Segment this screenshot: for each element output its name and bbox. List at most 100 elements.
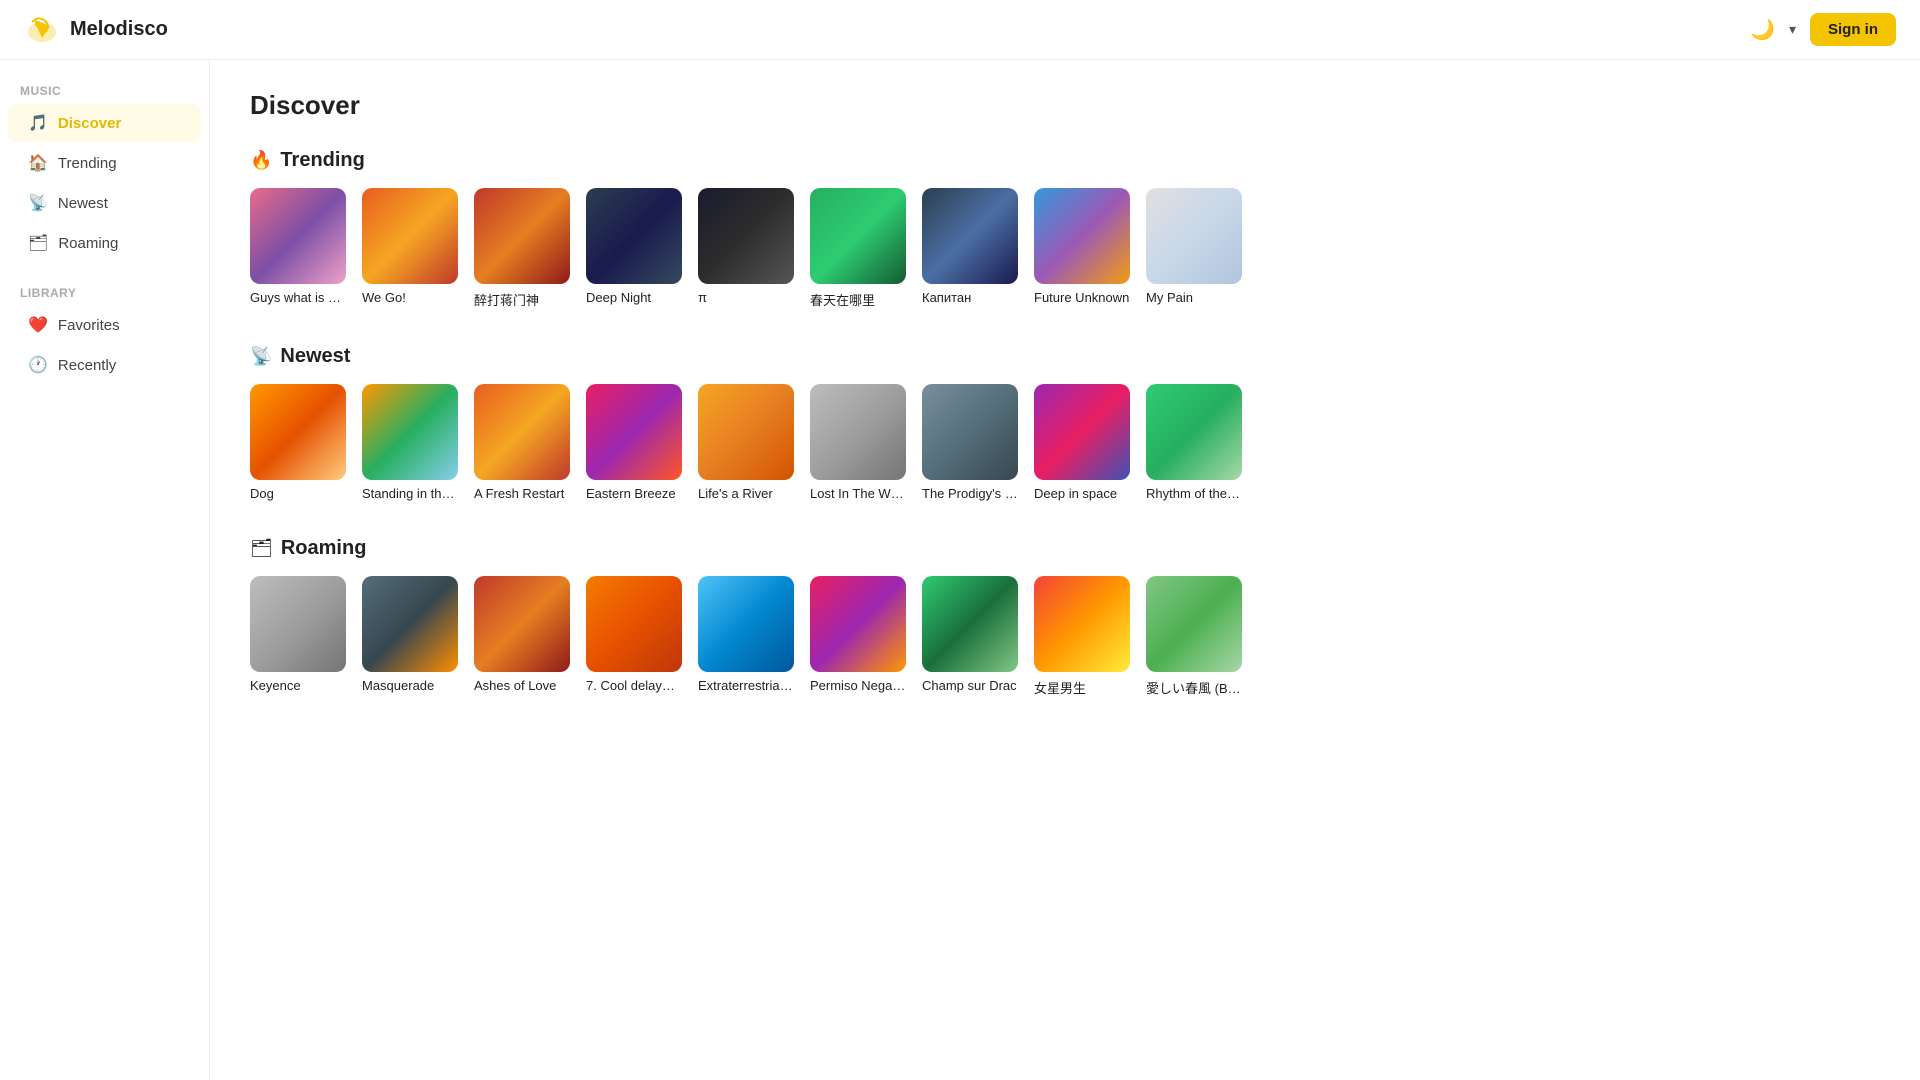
album-art	[810, 188, 906, 284]
trending-grid: Guys what is wron... We Go! 醉打蒋门神 Deep N…	[250, 188, 1880, 309]
main-content: Discover 🔥 Trending Guys what is wron...…	[210, 60, 1920, 1080]
sidebar-music-label: Music	[0, 76, 209, 102]
track-title: Masquerade	[362, 678, 458, 693]
album-art	[250, 188, 346, 284]
list-item[interactable]: Future Unknown	[1034, 188, 1130, 309]
list-item[interactable]: Guys what is wron...	[250, 188, 346, 309]
track-title: Deep Night	[586, 290, 682, 305]
album-art	[586, 188, 682, 284]
list-item[interactable]: Dog	[250, 384, 346, 501]
newest-section-header: 📡 Newest	[250, 345, 1880, 368]
list-item[interactable]: Champ sur Drac	[922, 576, 1018, 697]
list-item[interactable]: 女星男生	[1034, 576, 1130, 697]
track-title: 女星男生	[1034, 678, 1130, 697]
track-title: Deep in space	[1034, 486, 1130, 501]
app-header: Melodisco 🌙 ▾ Sign in	[0, 0, 1920, 60]
newest-section-icon: 📡	[250, 346, 272, 367]
list-item[interactable]: Permiso Negado	[810, 576, 906, 697]
track-title: Lost In The Wind	[810, 486, 906, 501]
newest-label: Newest	[58, 195, 108, 212]
trending-label: Trending	[58, 155, 117, 172]
album-art	[474, 576, 570, 672]
list-item[interactable]: Ashes of Love	[474, 576, 570, 697]
track-title: Permiso Negado	[810, 678, 906, 693]
album-art	[1146, 188, 1242, 284]
list-item[interactable]: Капитан	[922, 188, 1018, 309]
album-art	[698, 384, 794, 480]
track-title: π	[698, 290, 794, 305]
sign-in-button[interactable]: Sign in	[1810, 13, 1896, 46]
roaming-section-header: 🗂 Roaming	[250, 537, 1880, 560]
list-item[interactable]: Life's a River	[698, 384, 794, 501]
album-art	[1146, 576, 1242, 672]
list-item[interactable]: 春天在哪里	[810, 188, 906, 309]
track-title: 愛しい春風 (Belove...	[1146, 678, 1242, 697]
list-item[interactable]: Rhythm of the Night	[1146, 384, 1242, 501]
logo-icon	[24, 12, 60, 48]
track-title: Standing in the pro...	[362, 486, 458, 501]
album-art	[922, 188, 1018, 284]
chevron-down-icon[interactable]: ▾	[1789, 21, 1796, 38]
track-title: The Prodigy's Sym...	[922, 486, 1018, 501]
recently-icon: 🕐	[28, 355, 48, 375]
list-item[interactable]: Eastern Breeze	[586, 384, 682, 501]
album-art	[698, 188, 794, 284]
sidebar-item-trending[interactable]: 🏠 Trending	[8, 144, 201, 182]
trending-icon: 🏠	[28, 153, 48, 173]
app-name: Melodisco	[70, 18, 168, 41]
track-title: Champ sur Drac	[922, 678, 1018, 693]
trending-section: 🔥 Trending Guys what is wron... We Go! 醉…	[250, 149, 1880, 309]
track-title: 春天在哪里	[810, 290, 906, 309]
roaming-icon: 🗂	[28, 233, 48, 253]
track-title: A Fresh Restart	[474, 486, 570, 501]
sidebar-library-section: Library ❤️ Favorites 🕐 Recently	[0, 278, 209, 384]
discover-label: Discover	[58, 115, 121, 132]
list-item[interactable]: The Prodigy's Sym...	[922, 384, 1018, 501]
track-title: Капитан	[922, 290, 1018, 305]
list-item[interactable]: Standing in the pro...	[362, 384, 458, 501]
list-item[interactable]: π	[698, 188, 794, 309]
sidebar-item-discover[interactable]: 🎵 Discover	[8, 104, 201, 142]
track-title: Eastern Breeze	[586, 486, 682, 501]
page-title: Discover	[250, 90, 1880, 121]
album-art	[1146, 384, 1242, 480]
list-item[interactable]: Deep Night	[586, 188, 682, 309]
track-title: Keyence	[250, 678, 346, 693]
track-title: Dog	[250, 486, 346, 501]
list-item[interactable]: Deep in space	[1034, 384, 1130, 501]
header-actions: 🌙 ▾ Sign in	[1750, 13, 1896, 46]
sidebar-item-favorites[interactable]: ❤️ Favorites	[8, 306, 201, 344]
album-art	[474, 384, 570, 480]
track-title: Rhythm of the Night	[1146, 486, 1242, 501]
track-title: 醉打蒋门神	[474, 290, 570, 309]
sidebar-item-newest[interactable]: 📡 Newest	[8, 184, 201, 222]
track-title: 7. Cool delayed kick	[586, 678, 682, 693]
album-art	[810, 576, 906, 672]
sidebar-item-roaming[interactable]: 🗂 Roaming	[8, 224, 201, 262]
album-art	[362, 384, 458, 480]
list-item[interactable]: Lost In The Wind	[810, 384, 906, 501]
list-item[interactable]: My Pain	[1146, 188, 1242, 309]
album-art	[586, 576, 682, 672]
newest-grid: Dog Standing in the pro... A Fresh Resta…	[250, 384, 1880, 501]
favorites-icon: ❤️	[28, 315, 48, 335]
list-item[interactable]: Keyence	[250, 576, 346, 697]
logo[interactable]: Melodisco	[24, 12, 168, 48]
list-item[interactable]: Masquerade	[362, 576, 458, 697]
roaming-section-icon: 🗂	[250, 538, 273, 559]
list-item[interactable]: 7. Cool delayed kick	[586, 576, 682, 697]
list-item[interactable]: A Fresh Restart	[474, 384, 570, 501]
sidebar-library-label: Library	[0, 278, 209, 304]
dark-mode-icon[interactable]: 🌙	[1750, 17, 1775, 42]
roaming-label: Roaming	[58, 235, 118, 252]
album-art	[586, 384, 682, 480]
sidebar-item-recently[interactable]: 🕐 Recently	[8, 346, 201, 384]
list-item[interactable]: 愛しい春風 (Belove...	[1146, 576, 1242, 697]
list-item[interactable]: We Go!	[362, 188, 458, 309]
list-item[interactable]: Extraterrestrial Love	[698, 576, 794, 697]
album-art	[1034, 188, 1130, 284]
album-art	[362, 188, 458, 284]
sidebar-music-section: Music 🎵 Discover 🏠 Trending 📡 Newest 🗂 R…	[0, 76, 209, 262]
roaming-section: 🗂 Roaming Keyence Masquerade Ashes of Lo…	[250, 537, 1880, 697]
list-item[interactable]: 醉打蒋门神	[474, 188, 570, 309]
